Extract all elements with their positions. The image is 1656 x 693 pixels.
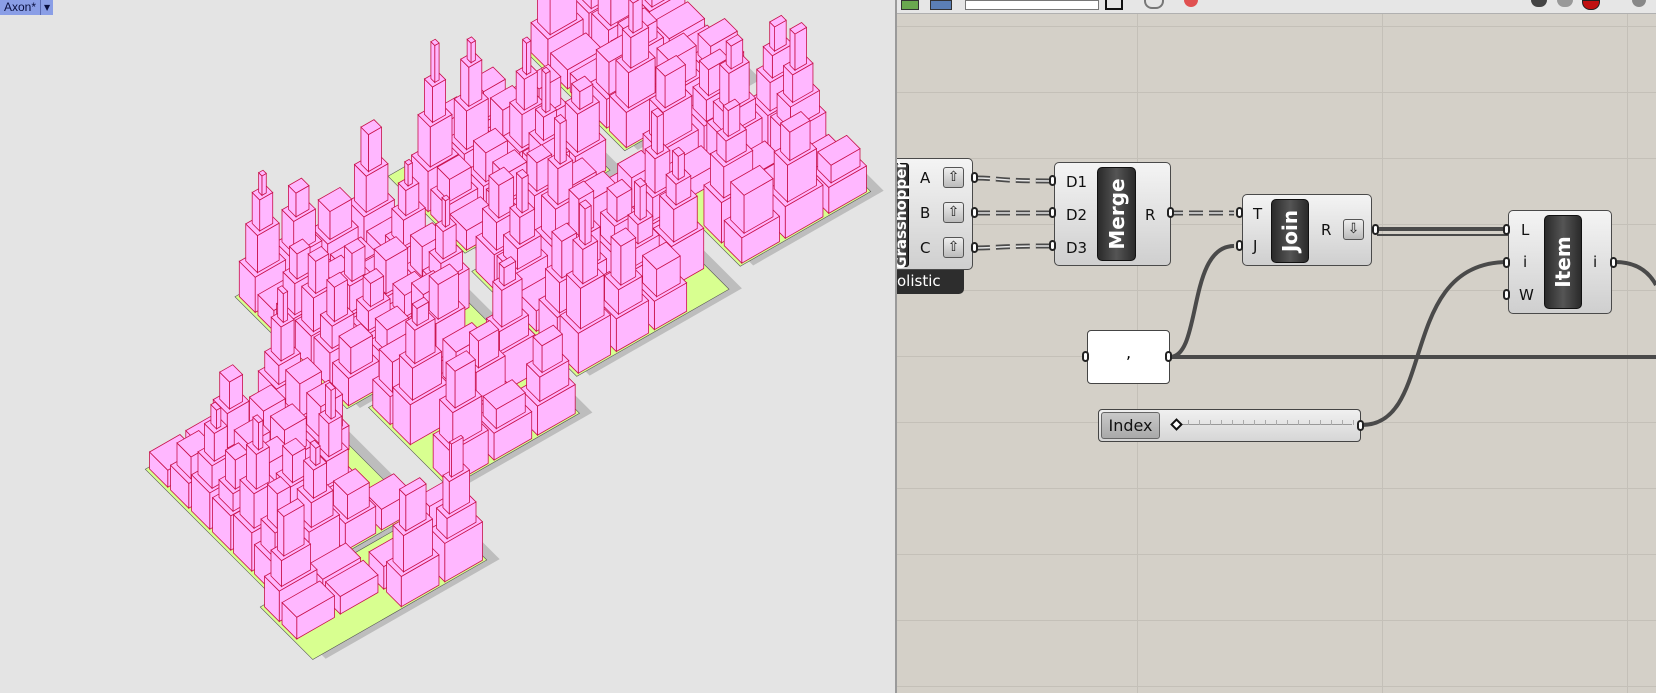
- join-output-r: R: [1321, 221, 1332, 239]
- cluster-output-a[interactable]: [971, 172, 978, 183]
- merge-input-d2: D2: [1066, 206, 1088, 224]
- viewport-name-label[interactable]: Axon*: [0, 0, 41, 15]
- cluster-footer: olistic: [897, 270, 964, 294]
- cluster-component[interactable]: Grasshopper A B C ⇧ ⇧ ⇧: [897, 158, 973, 270]
- viewport-tab[interactable]: Axon* ▼: [0, 0, 54, 15]
- cluster-output-b[interactable]: [971, 207, 978, 218]
- join-component[interactable]: T J Join R ⇩: [1242, 194, 1372, 266]
- port-a-label: A: [920, 169, 931, 187]
- wire-item-out: [1614, 260, 1656, 287]
- cluster-output-c[interactable]: [971, 242, 978, 253]
- arrow-up-icon[interactable]: ⇧: [943, 202, 964, 223]
- item-port-w[interactable]: [1503, 289, 1510, 300]
- item-input-i: i: [1523, 253, 1528, 271]
- list-item-component[interactable]: L i W Item i: [1508, 210, 1612, 314]
- merge-input-d3: D3: [1066, 239, 1088, 257]
- slider-label: Index: [1101, 412, 1160, 439]
- item-input-l: L: [1521, 221, 1530, 239]
- merge-input-d1: D1: [1066, 173, 1088, 191]
- city-model-3d: [144, 0, 884, 660]
- index-slider[interactable]: Index: [1098, 409, 1361, 442]
- item-output-i: i: [1593, 253, 1598, 271]
- item-port-i[interactable]: [1503, 257, 1510, 268]
- item-port-l[interactable]: [1503, 224, 1510, 235]
- wire-slider-i: [1361, 260, 1509, 427]
- item-input-w: W: [1519, 286, 1534, 304]
- slider-track[interactable]: [1177, 420, 1354, 425]
- merge-output-r: R: [1145, 206, 1156, 224]
- merge-port-r[interactable]: [1167, 207, 1174, 218]
- join-title: Join: [1271, 199, 1309, 263]
- join-input-j: J: [1253, 237, 1258, 255]
- arrow-up-icon[interactable]: ⇧: [943, 237, 964, 258]
- port-b-label: B: [920, 204, 931, 222]
- chevron-down-icon[interactable]: ▼: [40, 0, 54, 15]
- wire-layer: [975, 175, 1656, 427]
- merge-port-d2[interactable]: [1049, 207, 1056, 218]
- panel-text: ,: [1125, 343, 1132, 362]
- slider-port-out[interactable]: [1357, 420, 1364, 431]
- cluster-title: Grasshopper: [897, 161, 910, 269]
- wire-panel-j: [1169, 244, 1235, 359]
- arrow-up-icon[interactable]: ⇧: [943, 167, 964, 188]
- grasshopper-canvas[interactable]: Grasshopper A B C ⇧ ⇧ ⇧ olistic D1 D2 D3…: [897, 0, 1656, 693]
- port-c-label: C: [920, 239, 931, 257]
- rhino-viewport[interactable]: Axon* ▼: [0, 0, 895, 693]
- merge-port-d1[interactable]: [1049, 175, 1056, 186]
- join-input-t: T: [1253, 205, 1263, 223]
- arrow-down-icon[interactable]: ⇩: [1343, 219, 1364, 240]
- slider-knob[interactable]: [1170, 418, 1183, 431]
- join-port-r[interactable]: [1372, 224, 1379, 235]
- join-port-j[interactable]: [1236, 240, 1243, 251]
- join-port-t[interactable]: [1236, 207, 1243, 218]
- panel-port-out[interactable]: [1165, 351, 1172, 362]
- merge-port-d3[interactable]: [1049, 240, 1056, 251]
- panel-port-in[interactable]: [1082, 351, 1089, 362]
- item-title: Item: [1544, 215, 1582, 309]
- text-panel[interactable]: ,: [1087, 330, 1170, 384]
- merge-component[interactable]: D1 D2 D3 Merge R: [1054, 162, 1171, 266]
- merge-title: Merge: [1097, 167, 1136, 261]
- item-port-out[interactable]: [1610, 257, 1617, 268]
